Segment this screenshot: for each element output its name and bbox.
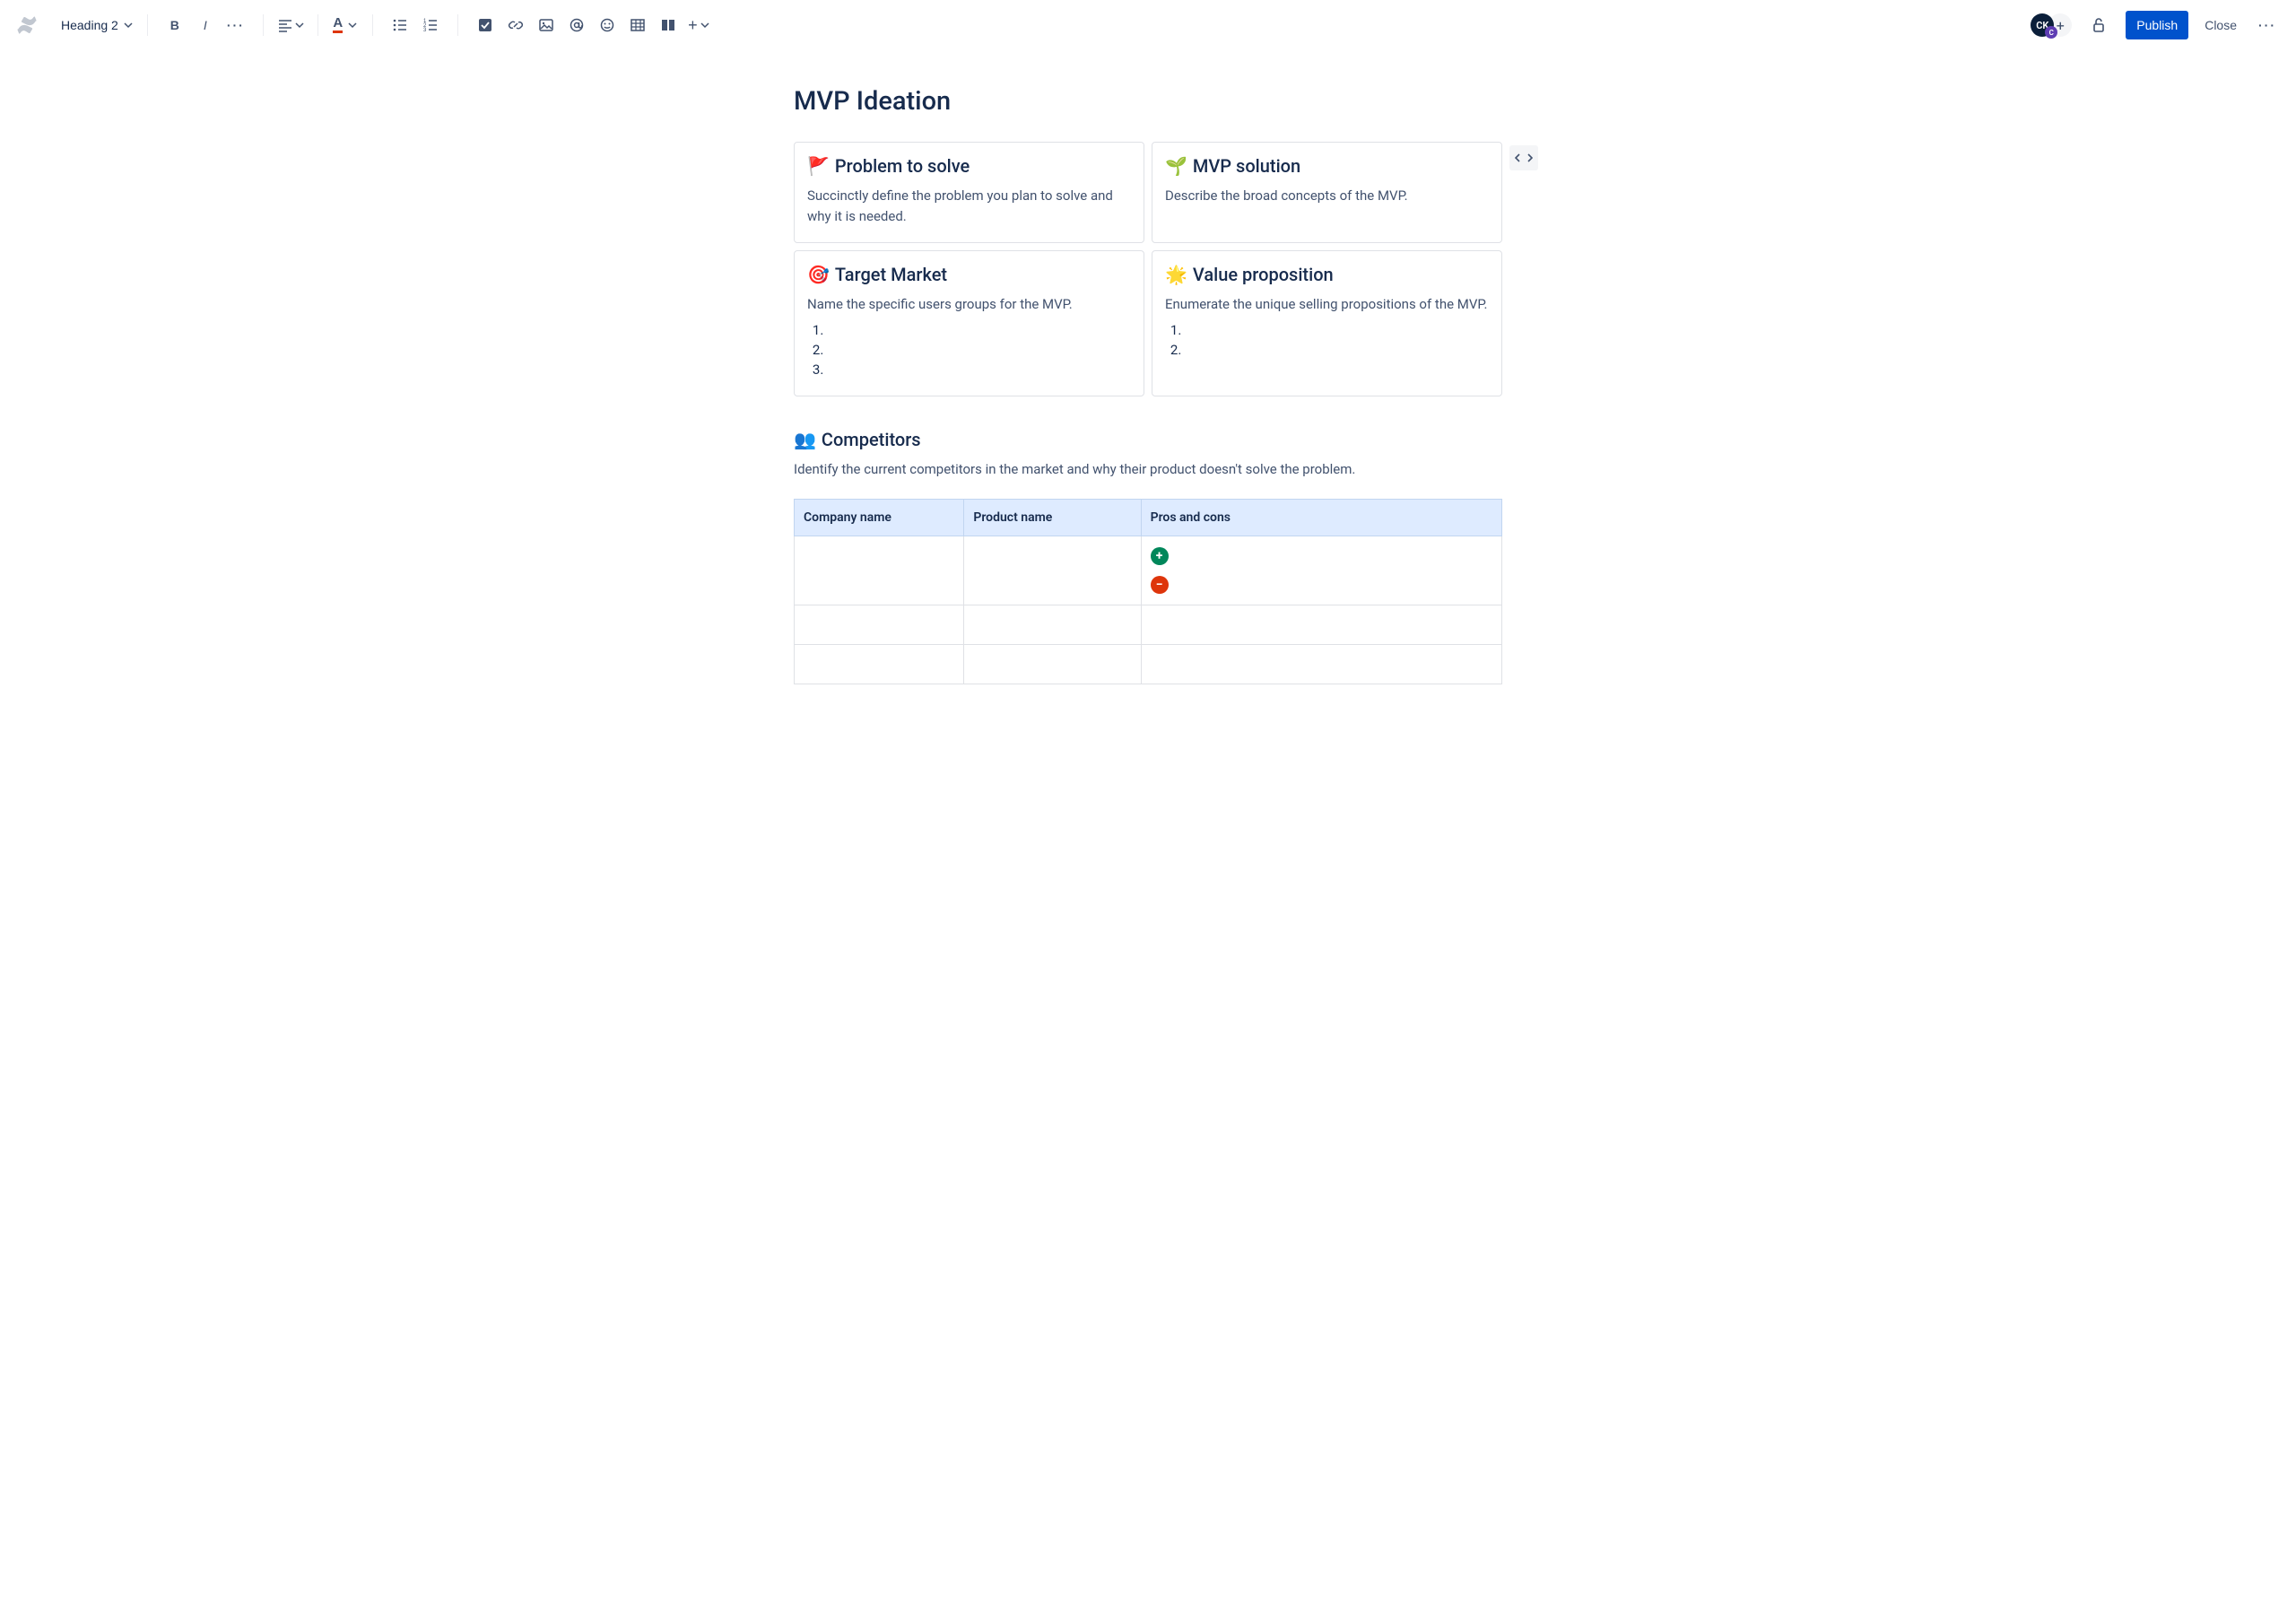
more-actions-button[interactable]: ··· bbox=[2253, 11, 2282, 39]
editor-toolbar: Heading 2 B I ··· A 123 bbox=[0, 0, 2296, 50]
layouts-icon bbox=[660, 17, 676, 33]
chevron-down-icon bbox=[348, 21, 357, 30]
value-list[interactable] bbox=[1165, 322, 1489, 358]
card-body[interactable]: Enumerate the unique selling proposition… bbox=[1165, 294, 1489, 315]
confluence-logo bbox=[14, 13, 39, 38]
avatar-badge: C bbox=[2045, 26, 2057, 39]
chevron-down-icon bbox=[124, 21, 133, 30]
close-button[interactable]: Close bbox=[2196, 11, 2246, 39]
competitors-heading[interactable]: 👥 Competitors bbox=[794, 429, 1502, 450]
card-problem[interactable]: 🚩 Problem to solve Succinctly define the… bbox=[794, 142, 1144, 243]
publish-button[interactable]: Publish bbox=[2126, 11, 2188, 39]
card-body[interactable]: Name the specific users groups for the M… bbox=[807, 294, 1131, 315]
table-button[interactable] bbox=[623, 11, 652, 39]
width-handle[interactable] bbox=[1509, 145, 1538, 170]
card-target[interactable]: 🎯 Target Market Name the specific users … bbox=[794, 250, 1144, 396]
align-left-icon bbox=[277, 17, 293, 33]
star-icon: 🌟 bbox=[1165, 264, 1187, 285]
flag-icon: 🚩 bbox=[807, 155, 830, 177]
numbered-list-icon: 123 bbox=[422, 17, 439, 33]
table-icon bbox=[630, 17, 646, 33]
table-cell[interactable] bbox=[964, 645, 1141, 684]
restrictions-button[interactable] bbox=[2084, 11, 2113, 39]
table-header[interactable]: Pros and cons bbox=[1141, 500, 1501, 536]
emoji-button[interactable] bbox=[593, 11, 622, 39]
chevron-down-icon bbox=[295, 21, 304, 30]
numbered-list-button[interactable]: 123 bbox=[416, 11, 445, 39]
target-icon: 🎯 bbox=[807, 264, 830, 285]
table-header[interactable]: Product name bbox=[964, 500, 1141, 536]
table-cell[interactable] bbox=[795, 536, 964, 605]
more-formatting-button[interactable]: ··· bbox=[222, 11, 250, 39]
list-item[interactable] bbox=[827, 361, 1131, 378]
card-body[interactable]: Succinctly define the problem you plan t… bbox=[807, 186, 1131, 228]
table-cell[interactable] bbox=[1141, 605, 1501, 645]
card-mvp[interactable]: 🌱 MVP solution Describe the broad concep… bbox=[1152, 142, 1502, 243]
seedling-icon: 🌱 bbox=[1165, 155, 1187, 177]
layouts-button[interactable] bbox=[654, 11, 683, 39]
bullet-list-button[interactable] bbox=[386, 11, 414, 39]
unlock-icon bbox=[2091, 17, 2107, 33]
text-color-icon: A bbox=[333, 17, 343, 33]
resize-icon bbox=[1515, 152, 1533, 163]
image-icon bbox=[538, 17, 554, 33]
mention-icon bbox=[569, 17, 585, 33]
card-heading: 🎯 Target Market bbox=[807, 264, 1131, 285]
page-title[interactable]: MVP Ideation bbox=[794, 86, 1502, 117]
link-icon bbox=[508, 17, 524, 33]
silhouettes-icon: 👥 bbox=[794, 429, 816, 450]
table-cell[interactable] bbox=[964, 536, 1141, 605]
action-item-button[interactable] bbox=[471, 11, 500, 39]
table-cell[interactable] bbox=[795, 645, 964, 684]
italic-button[interactable]: I bbox=[191, 11, 220, 39]
layout-grid: 🚩 Problem to solve Succinctly define the… bbox=[794, 142, 1502, 396]
list-item[interactable] bbox=[1185, 342, 1489, 358]
pro-badge: + bbox=[1151, 547, 1169, 565]
competitors-body[interactable]: Identify the current competitors in the … bbox=[794, 459, 1502, 480]
avatar-group[interactable]: CK C + bbox=[2031, 13, 2072, 37]
insert-button[interactable]: + bbox=[684, 11, 713, 39]
card-heading: 🚩 Problem to solve bbox=[807, 155, 1131, 177]
avatar: CK C bbox=[2031, 13, 2054, 37]
chevron-down-icon bbox=[700, 21, 709, 30]
table-cell[interactable]: + − bbox=[1141, 536, 1501, 605]
table-row[interactable] bbox=[795, 605, 1502, 645]
svg-text:3: 3 bbox=[423, 28, 427, 33]
card-heading: 🌟 Value proposition bbox=[1165, 264, 1489, 285]
text-style-select[interactable]: Heading 2 bbox=[54, 11, 140, 39]
bold-button[interactable]: B bbox=[161, 11, 189, 39]
competitors-table[interactable]: Company name Product name Pros and cons … bbox=[794, 499, 1502, 684]
con-badge: − bbox=[1151, 576, 1169, 594]
page-content: MVP Ideation 🚩 Problem to solve Succinct… bbox=[794, 50, 1502, 738]
list-item[interactable] bbox=[827, 342, 1131, 358]
link-button[interactable] bbox=[501, 11, 530, 39]
alignment-button[interactable] bbox=[276, 11, 305, 39]
table-cell[interactable] bbox=[795, 605, 964, 645]
text-style-label: Heading 2 bbox=[61, 18, 118, 32]
image-button[interactable] bbox=[532, 11, 561, 39]
list-item[interactable] bbox=[827, 322, 1131, 338]
text-color-button[interactable]: A bbox=[331, 11, 360, 39]
table-row[interactable] bbox=[795, 645, 1502, 684]
table-cell[interactable] bbox=[1141, 645, 1501, 684]
mention-button[interactable] bbox=[562, 11, 591, 39]
list-item[interactable] bbox=[1185, 322, 1489, 338]
table-cell[interactable] bbox=[964, 605, 1141, 645]
emoji-icon bbox=[599, 17, 615, 33]
card-body[interactable]: Describe the broad concepts of the MVP. bbox=[1165, 186, 1489, 206]
checkbox-icon bbox=[477, 17, 493, 33]
table-header[interactable]: Company name bbox=[795, 500, 964, 536]
table-row[interactable]: + − bbox=[795, 536, 1502, 605]
card-value[interactable]: 🌟 Value proposition Enumerate the unique… bbox=[1152, 250, 1502, 396]
bullet-list-icon bbox=[392, 17, 408, 33]
target-list[interactable] bbox=[807, 322, 1131, 378]
card-heading: 🌱 MVP solution bbox=[1165, 155, 1489, 177]
